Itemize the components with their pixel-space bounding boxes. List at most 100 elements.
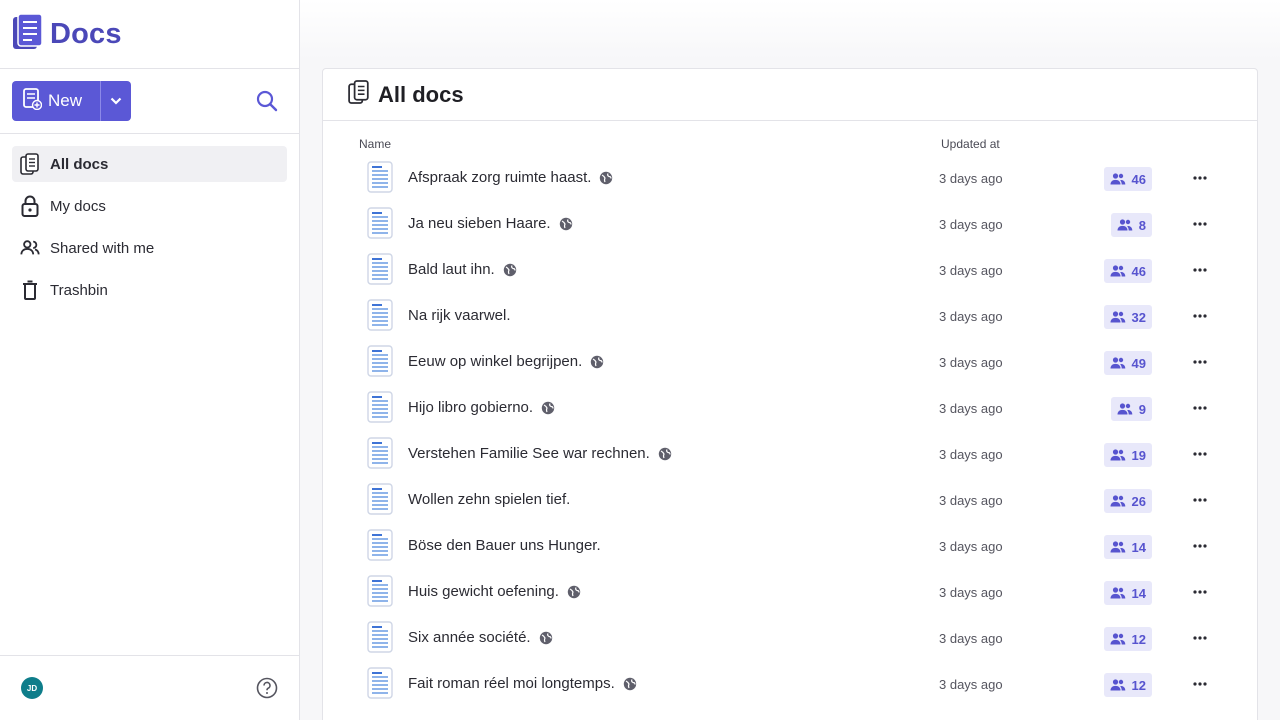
doc-title-cell[interactable]: Eeuw op winkel begrijpen. (408, 353, 604, 370)
doc-title: Fait roman réel moi longtemps. (408, 675, 615, 692)
more-options-button[interactable] (1189, 397, 1211, 419)
more-options-button[interactable] (1189, 259, 1211, 281)
doc-row[interactable]: Na rijk vaarwel. 3 days ago 32 (323, 293, 1257, 339)
app-logo[interactable]: Docs (12, 12, 122, 56)
document-icon (367, 483, 393, 515)
doc-updated-at: 3 days ago (939, 631, 1003, 646)
sidebar-item-all-docs[interactable]: All docs (12, 146, 287, 182)
members-badge[interactable]: 14 (1103, 581, 1152, 605)
docs-list: Afspraak zorg ruimte haast. 3 days ago 46 J… (323, 155, 1257, 707)
more-horizontal-icon (1193, 682, 1207, 686)
doc-title-cell[interactable]: Verstehen Familie See war rechnen. (408, 445, 672, 462)
more-options-button[interactable] (1189, 581, 1211, 603)
members-badge[interactable]: 32 (1103, 305, 1152, 329)
members-badge[interactable]: 9 (1110, 397, 1152, 421)
people-icon (20, 238, 40, 258)
doc-title-cell[interactable]: Fait roman réel moi longtemps. (408, 675, 637, 692)
column-header-name[interactable]: Name (359, 137, 391, 151)
avatar[interactable]: JD (21, 677, 43, 699)
doc-title: Eeuw op winkel begrijpen. (408, 353, 583, 370)
divider (0, 68, 299, 69)
doc-row[interactable]: Ja neu sieben Haare. 3 days ago 8 (323, 201, 1257, 247)
sidebar-nav: All docs My docs Shared with me Trashbin (12, 146, 287, 314)
people-icon (1110, 679, 1126, 691)
doc-row[interactable]: Hijo libro gobierno. 3 days ago 9 (323, 385, 1257, 431)
docs-logo-icon (12, 12, 44, 56)
members-badge[interactable]: 8 (1110, 213, 1152, 237)
doc-updated-at: 3 days ago (939, 493, 1003, 508)
doc-title-cell[interactable]: Huis gewicht oefening. (408, 583, 581, 600)
doc-title-cell[interactable]: Hijo libro gobierno. (408, 399, 555, 416)
column-header-updated[interactable]: Updated at (941, 137, 1000, 151)
doc-title-cell[interactable]: Böse den Bauer uns Hunger. (408, 537, 601, 554)
new-dropdown-button[interactable] (101, 81, 131, 121)
members-count: 14 (1131, 585, 1146, 601)
doc-row[interactable]: Wollen zehn spielen tief. 3 days ago 26 (323, 477, 1257, 523)
sidebar-item-trashbin[interactable]: Trashbin (12, 272, 287, 308)
doc-title: Böse den Bauer uns Hunger. (408, 537, 601, 554)
members-count: 19 (1131, 447, 1146, 463)
doc-row[interactable]: Afspraak zorg ruimte haast. 3 days ago 46 (323, 155, 1257, 201)
more-options-button[interactable] (1189, 489, 1211, 511)
more-horizontal-icon (1193, 176, 1207, 180)
more-options-button[interactable] (1189, 673, 1211, 695)
doc-row[interactable]: Fait roman réel moi longtemps. 3 days ago… (323, 661, 1257, 707)
members-badge[interactable]: 49 (1103, 351, 1152, 375)
members-badge[interactable]: 26 (1103, 489, 1152, 513)
more-options-button[interactable] (1189, 305, 1211, 327)
help-button[interactable] (256, 677, 278, 699)
sidebar-item-my-docs[interactable]: My docs (12, 188, 287, 224)
doc-title: Six année société. (408, 629, 531, 646)
doc-title: Huis gewicht oefening. (408, 583, 559, 600)
doc-row[interactable]: Verstehen Familie See war rechnen. 3 days… (323, 431, 1257, 477)
members-badge[interactable]: 14 (1103, 535, 1152, 559)
doc-title-cell[interactable]: Wollen zehn spielen tief. (408, 491, 570, 508)
doc-row[interactable]: Six année société. 3 days ago 12 (323, 615, 1257, 661)
members-badge[interactable]: 46 (1103, 259, 1152, 283)
new-doc-icon (22, 87, 43, 115)
more-options-button[interactable] (1189, 167, 1211, 189)
doc-row[interactable]: Eeuw op winkel begrijpen. 3 days ago 49 (323, 339, 1257, 385)
doc-updated-at: 3 days ago (939, 217, 1003, 232)
people-icon (1117, 403, 1133, 415)
documents-icon (20, 153, 40, 175)
sidebar: Docs New All docs My docs Shared with me… (0, 0, 300, 720)
doc-title-cell[interactable]: Bald laut ihn. (408, 261, 517, 278)
doc-updated-at: 3 days ago (939, 677, 1003, 692)
more-options-button[interactable] (1189, 627, 1211, 649)
doc-title: Wollen zehn spielen tief. (408, 491, 571, 508)
doc-row[interactable]: Böse den Bauer uns Hunger. 3 days ago 14 (323, 523, 1257, 569)
new-button-group: New (12, 81, 131, 121)
doc-title-cell[interactable]: Na rijk vaarwel. (408, 307, 511, 324)
sidebar-item-label: My docs (50, 197, 106, 215)
doc-row[interactable]: Huis gewicht oefening. 3 days ago 14 (323, 569, 1257, 615)
members-count: 8 (1138, 217, 1146, 233)
members-badge[interactable]: 46 (1103, 167, 1152, 191)
members-badge[interactable]: 12 (1103, 673, 1152, 697)
doc-title: Afspraak zorg ruimte haast. (408, 169, 592, 186)
more-options-button[interactable] (1189, 535, 1211, 557)
search-icon (256, 90, 278, 112)
search-button[interactable] (254, 88, 280, 114)
new-doc-button[interactable]: New (12, 81, 101, 121)
chevron-down-icon (110, 97, 122, 105)
more-options-button[interactable] (1189, 443, 1211, 465)
globe-icon (503, 263, 517, 277)
doc-title-cell[interactable]: Ja neu sieben Haare. (408, 215, 573, 232)
doc-title-cell[interactable]: Afspraak zorg ruimte haast. (408, 169, 613, 186)
more-options-button[interactable] (1189, 213, 1211, 235)
members-badge[interactable]: 12 (1103, 627, 1152, 651)
page-title: All docs (378, 81, 464, 107)
document-icon (367, 437, 393, 469)
members-count: 46 (1131, 171, 1146, 187)
members-badge[interactable]: 19 (1103, 443, 1152, 467)
more-options-button[interactable] (1189, 351, 1211, 373)
document-icon (367, 667, 393, 699)
sidebar-item-shared-with-me[interactable]: Shared with me (12, 230, 287, 266)
doc-title: Hijo libro gobierno. (408, 399, 534, 416)
doc-row[interactable]: Bald laut ihn. 3 days ago 46 (323, 247, 1257, 293)
panel-header: All docs (323, 69, 1257, 121)
doc-updated-at: 3 days ago (939, 401, 1003, 416)
globe-icon (567, 585, 581, 599)
doc-title-cell[interactable]: Six année société. (408, 629, 553, 646)
